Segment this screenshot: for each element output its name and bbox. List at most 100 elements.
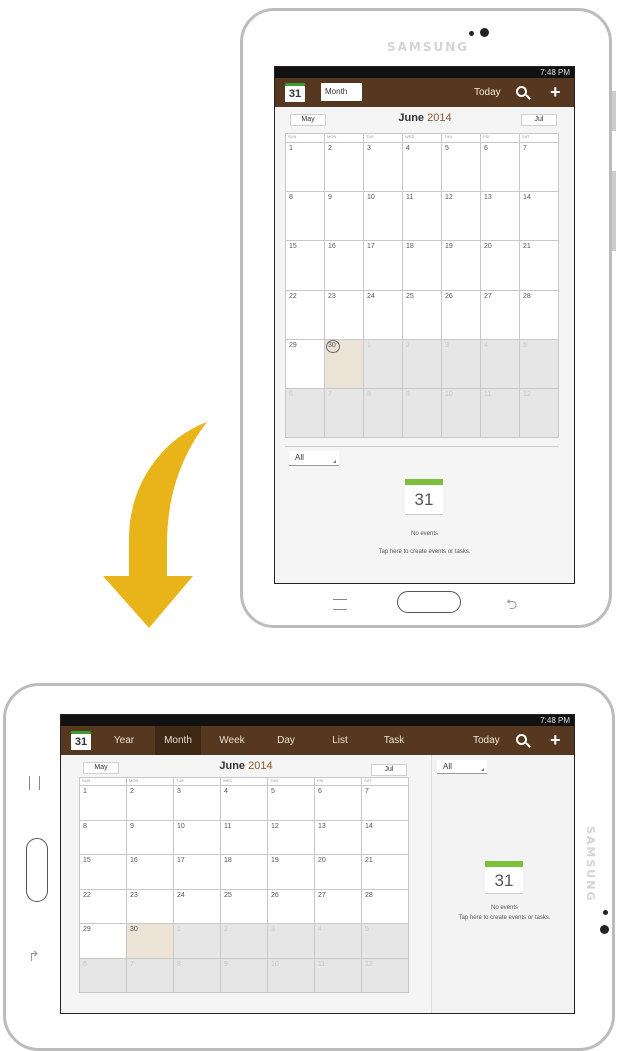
tab-day[interactable]: Day <box>263 726 309 755</box>
back-key-icon[interactable]: ⮌ <box>506 594 517 618</box>
day-cell[interactable]: 7 <box>520 143 559 193</box>
day-cell[interactable]: 30 <box>325 339 364 389</box>
day-cell[interactable]: 9 <box>325 192 364 242</box>
today-button[interactable]: Today <box>474 87 501 98</box>
day-cell[interactable]: 9 <box>127 820 174 855</box>
view-selector[interactable]: Month <box>321 83 362 101</box>
day-cell-other-month[interactable]: 11 <box>481 388 520 438</box>
day-cell[interactable]: 25 <box>221 889 268 924</box>
events-panel[interactable]: All 31 No events Tap here to create even… <box>431 755 574 1013</box>
day-cell[interactable]: 24 <box>364 290 403 340</box>
day-cell-other-month[interactable]: 7 <box>325 388 364 438</box>
day-cell[interactable]: 19 <box>442 241 481 291</box>
day-cell[interactable]: 28 <box>520 290 559 340</box>
day-cell[interactable]: 16 <box>325 241 364 291</box>
day-cell[interactable]: 29 <box>80 924 127 959</box>
day-cell-other-month[interactable]: 1 <box>174 924 221 959</box>
home-button[interactable] <box>26 838 48 902</box>
search-icon[interactable] <box>516 86 527 97</box>
day-cell-other-month[interactable]: 9 <box>221 958 268 993</box>
day-cell[interactable]: 26 <box>442 290 481 340</box>
day-cell[interactable]: 3 <box>364 143 403 193</box>
tab-month[interactable]: Month <box>155 726 201 755</box>
day-cell-other-month[interactable]: 4 <box>481 339 520 389</box>
day-cell[interactable]: 14 <box>520 192 559 242</box>
day-cell[interactable]: 13 <box>315 820 362 855</box>
day-cell-other-month[interactable]: 7 <box>127 958 174 993</box>
search-icon[interactable] <box>516 734 527 745</box>
filter-dropdown[interactable]: All <box>437 760 487 774</box>
tab-list[interactable]: List <box>317 726 363 755</box>
day-cell[interactable]: 30 <box>127 924 174 959</box>
day-cell[interactable]: 17 <box>174 855 221 890</box>
day-cell-other-month[interactable]: 8 <box>364 388 403 438</box>
next-month-button[interactable]: Jul <box>371 764 407 776</box>
day-cell-other-month[interactable]: 12 <box>520 388 559 438</box>
day-cell-other-month[interactable]: 10 <box>442 388 481 438</box>
day-cell-other-month[interactable]: 6 <box>286 388 325 438</box>
day-cell[interactable]: 3 <box>174 786 221 821</box>
day-cell-other-month[interactable]: 4 <box>315 924 362 959</box>
day-cell[interactable]: 23 <box>127 889 174 924</box>
day-cell[interactable]: 28 <box>362 889 409 924</box>
next-month-button[interactable]: Jul <box>521 114 557 126</box>
day-cell-other-month[interactable]: 3 <box>442 339 481 389</box>
tab-year[interactable]: Year <box>101 726 147 755</box>
day-cell[interactable]: 25 <box>403 290 442 340</box>
day-cell-other-month[interactable]: 1 <box>364 339 403 389</box>
prev-month-button[interactable]: May <box>83 762 119 774</box>
day-cell[interactable]: 24 <box>174 889 221 924</box>
day-cell[interactable]: 27 <box>481 290 520 340</box>
day-cell[interactable]: 15 <box>286 241 325 291</box>
day-cell[interactable]: 11 <box>403 192 442 242</box>
today-button[interactable]: Today <box>473 735 500 746</box>
day-cell[interactable]: 29 <box>286 339 325 389</box>
day-cell[interactable]: 4 <box>221 786 268 821</box>
day-cell[interactable]: 10 <box>174 820 221 855</box>
day-cell[interactable]: 20 <box>481 241 520 291</box>
day-cell[interactable]: 6 <box>315 786 362 821</box>
day-cell[interactable]: 6 <box>481 143 520 193</box>
day-cell[interactable]: 12 <box>442 192 481 242</box>
tab-week[interactable]: Week <box>209 726 255 755</box>
menu-key-icon[interactable] <box>29 776 40 790</box>
day-cell-other-month[interactable]: 2 <box>403 339 442 389</box>
day-cell[interactable]: 2 <box>127 786 174 821</box>
create-event-hint[interactable]: Tap here to create events or tasks. <box>432 915 574 921</box>
day-cell[interactable]: 18 <box>403 241 442 291</box>
day-cell[interactable]: 27 <box>315 889 362 924</box>
filter-dropdown[interactable]: All <box>289 451 339 466</box>
day-cell[interactable]: 21 <box>362 855 409 890</box>
back-key-icon[interactable]: ↱ <box>28 948 40 965</box>
day-cell[interactable]: 10 <box>364 192 403 242</box>
day-cell[interactable]: 4 <box>403 143 442 193</box>
day-cell[interactable]: 20 <box>315 855 362 890</box>
day-cell[interactable]: 1 <box>80 786 127 821</box>
day-cell[interactable]: 17 <box>364 241 403 291</box>
day-cell-other-month[interactable]: 3 <box>268 924 315 959</box>
day-cell[interactable]: 14 <box>362 820 409 855</box>
day-cell[interactable]: 21 <box>520 241 559 291</box>
calendar-app-icon[interactable]: 31 <box>285 83 305 102</box>
day-cell[interactable]: 2 <box>325 143 364 193</box>
day-cell-other-month[interactable]: 11 <box>315 958 362 993</box>
create-event-hint[interactable]: Tap here to create events or tasks. <box>275 549 574 555</box>
day-cell[interactable]: 23 <box>325 290 364 340</box>
day-cell[interactable]: 18 <box>221 855 268 890</box>
day-cell[interactable]: 8 <box>80 820 127 855</box>
day-cell[interactable]: 22 <box>80 889 127 924</box>
day-cell[interactable]: 11 <box>221 820 268 855</box>
day-cell-other-month[interactable]: 5 <box>362 924 409 959</box>
day-cell[interactable]: 22 <box>286 290 325 340</box>
day-cell-other-month[interactable]: 10 <box>268 958 315 993</box>
add-event-icon[interactable]: + <box>550 731 561 749</box>
day-cell[interactable]: 5 <box>442 143 481 193</box>
day-cell-other-month[interactable]: 5 <box>520 339 559 389</box>
tab-task[interactable]: Task <box>371 726 417 755</box>
home-button[interactable] <box>397 591 461 613</box>
day-cell[interactable]: 13 <box>481 192 520 242</box>
day-cell[interactable]: 15 <box>80 855 127 890</box>
day-cell[interactable]: 19 <box>268 855 315 890</box>
prev-month-button[interactable]: May <box>290 114 326 126</box>
add-event-icon[interactable]: + <box>550 83 561 101</box>
